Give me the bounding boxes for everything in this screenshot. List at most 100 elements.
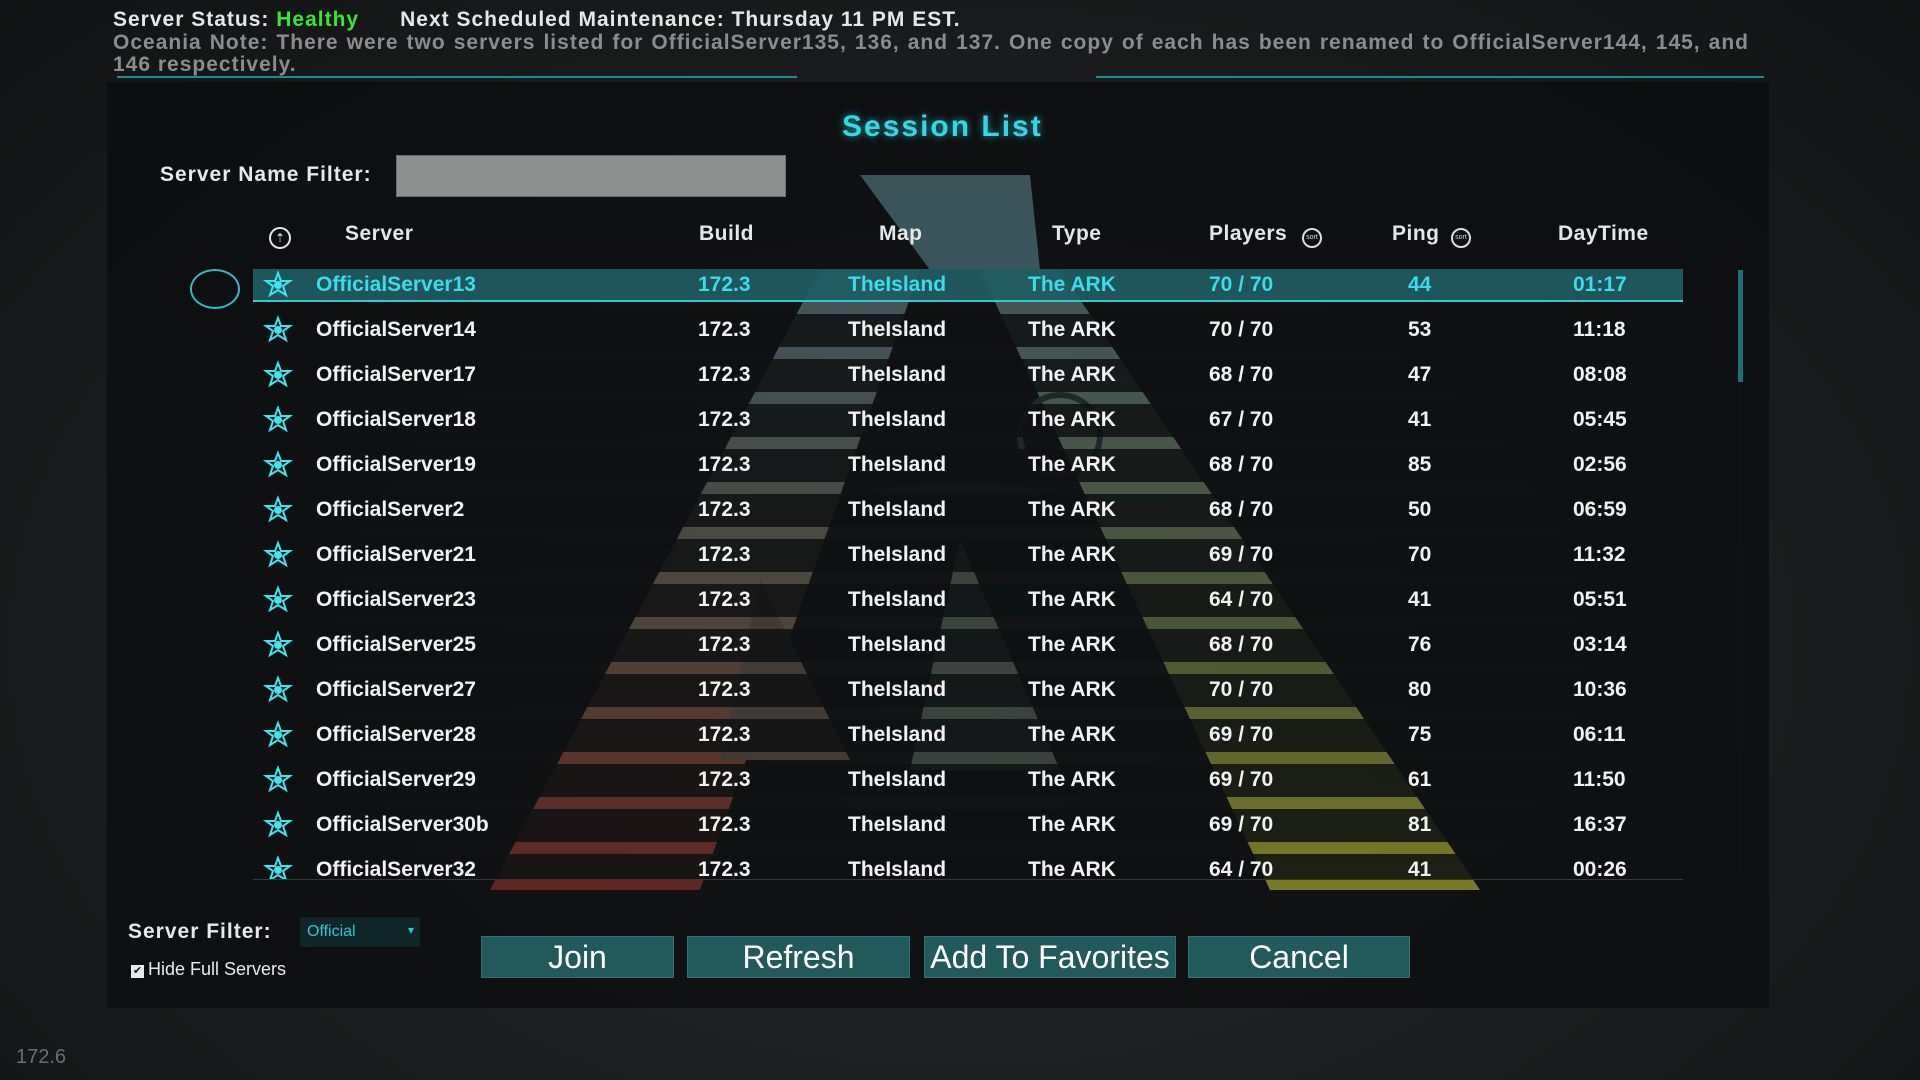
map-name: TheIsland [848,633,947,656]
checkbox-checked-icon[interactable]: ✔ [131,965,144,978]
build-version: 172.3 [698,408,751,431]
ping-value: 61 [1408,768,1432,791]
official-server-icon [263,270,293,298]
ping-value: 44 [1408,273,1432,296]
player-count: 64 / 70 [1209,588,1274,611]
map-name: TheIsland [848,498,947,521]
daytime-value: 06:11 [1573,723,1626,746]
add-to-favorites-button[interactable]: Add To Favorites [924,936,1176,978]
table-row[interactable]: OfficialServer27 172.3 TheIsland The ARK 70 … [253,674,1683,707]
server-type: The ARK [1028,678,1116,701]
map-name: TheIsland [848,273,947,296]
ping-value: 85 [1408,453,1432,476]
daytime-value: 05:45 [1573,408,1627,431]
daytime-value: 11:32 [1573,543,1626,566]
ping-value: 41 [1408,858,1432,880]
server-name: OfficialServer21 [316,543,476,566]
ping-value: 75 [1408,723,1432,746]
server-name: OfficialServer13 [316,273,476,296]
official-server-icon [263,360,293,388]
column-header-map[interactable]: Map [879,222,923,246]
player-count: 70 / 70 [1209,678,1274,701]
column-header-server[interactable]: Server [345,222,413,246]
server-name: OfficialServer25 [316,633,476,656]
table-row[interactable]: OfficialServer19 172.3 TheIsland The ARK 68 … [253,449,1683,482]
ping-value: 50 [1408,498,1432,521]
column-header-type[interactable]: Type [1052,222,1101,246]
map-name: TheIsland [848,453,947,476]
build-version: 172.3 [698,363,751,386]
server-type: The ARK [1028,633,1116,656]
server-type: The ARK [1028,498,1116,521]
title-divider-right [1096,76,1764,78]
daytime-value: 03:14 [1573,633,1627,656]
player-count: 67 / 70 [1209,408,1274,431]
selected-row-marker [190,269,240,309]
server-filter-value: Official [307,923,356,940]
table-row[interactable]: OfficialServer14 172.3 TheIsland The ARK 70 … [253,314,1683,347]
table-row[interactable]: OfficialServer29 172.3 TheIsland The ARK 69 … [253,764,1683,797]
player-count: 68 / 70 [1209,498,1274,521]
refresh-button[interactable]: Refresh [687,936,910,978]
column-header-build[interactable]: Build [699,222,754,246]
server-name: OfficialServer30b [316,813,489,836]
player-count: 69 / 70 [1209,543,1274,566]
column-header-ping[interactable]: Ping [1392,222,1440,246]
official-server-icon [263,810,293,838]
official-server-icon [263,405,293,433]
column-header-daytime[interactable]: DayTime [1558,222,1649,246]
server-filter-dropdown[interactable]: Official ▾ [300,917,420,947]
official-server-icon [263,585,293,613]
ping-value: 70 [1408,543,1432,566]
sort-up-icon[interactable]: ⇡ [269,227,291,249]
version-label: 172.6 [16,1046,67,1068]
official-server-icon [263,855,293,880]
session-list[interactable]: OfficialServer13 172.3 TheIsland The ARK 70 … [253,269,1683,880]
server-name: OfficialServer19 [316,453,476,476]
join-button[interactable]: Join [481,936,674,978]
build-version: 172.3 [698,858,751,880]
server-name: OfficialServer18 [316,408,476,431]
table-row[interactable]: OfficialServer30b 172.3 TheIsland The ARK 69… [253,809,1683,842]
ping-value: 47 [1408,363,1432,386]
table-row[interactable]: OfficialServer25 172.3 TheIsland The ARK 68 … [253,629,1683,662]
hide-full-servers-label: Hide Full Servers [148,959,287,979]
daytime-value: 01:17 [1573,273,1627,296]
official-server-icon [263,495,293,523]
table-row[interactable]: OfficialServer32 172.3 TheIsland The ARK 64 … [253,854,1683,880]
hide-full-servers-toggle[interactable]: ✔ Hide Full Servers [131,959,286,980]
map-name: TheIsland [848,678,947,701]
ping-value: 41 [1408,588,1432,611]
map-name: TheIsland [848,588,947,611]
table-row[interactable]: OfficialServer18 172.3 TheIsland The ARK 67 … [253,404,1683,437]
ping-value: 53 [1408,318,1432,341]
player-count: 68 / 70 [1209,453,1274,476]
build-version: 172.3 [698,273,751,296]
players-sort-icon[interactable]: sort [1302,228,1322,248]
table-row[interactable]: OfficialServer13 172.3 TheIsland The ARK 70 … [253,269,1683,302]
ping-value: 80 [1408,678,1432,701]
server-name-filter-input[interactable] [396,155,786,197]
table-row[interactable]: OfficialServer23 172.3 TheIsland The ARK 64 … [253,584,1683,617]
server-name: OfficialServer28 [316,723,476,746]
build-version: 172.3 [698,318,751,341]
server-name: OfficialServer2 [316,498,465,521]
server-name-filter-label: Server Name Filter: [160,163,372,186]
build-version: 172.3 [698,768,751,791]
column-header-players[interactable]: Players [1209,222,1287,246]
table-row[interactable]: OfficialServer17 172.3 TheIsland The ARK 68 … [253,359,1683,392]
ping-sort-icon[interactable]: sort [1451,228,1471,248]
cancel-button[interactable]: Cancel [1188,936,1410,978]
table-row[interactable]: OfficialServer28 172.3 TheIsland The ARK 69 … [253,719,1683,752]
map-name: TheIsland [848,768,947,791]
server-name: OfficialServer14 [316,318,476,341]
ping-value: 81 [1408,813,1432,836]
scrollbar-thumb[interactable] [1738,270,1743,382]
server-filter-label: Server Filter: [128,920,272,943]
build-version: 172.3 [698,453,751,476]
server-type: The ARK [1028,588,1116,611]
daytime-value: 06:59 [1573,498,1627,521]
table-row[interactable]: OfficialServer21 172.3 TheIsland The ARK 69 … [253,539,1683,572]
server-name: OfficialServer32 [316,858,476,880]
table-row[interactable]: OfficialServer2 172.3 TheIsland The ARK 68 /… [253,494,1683,527]
